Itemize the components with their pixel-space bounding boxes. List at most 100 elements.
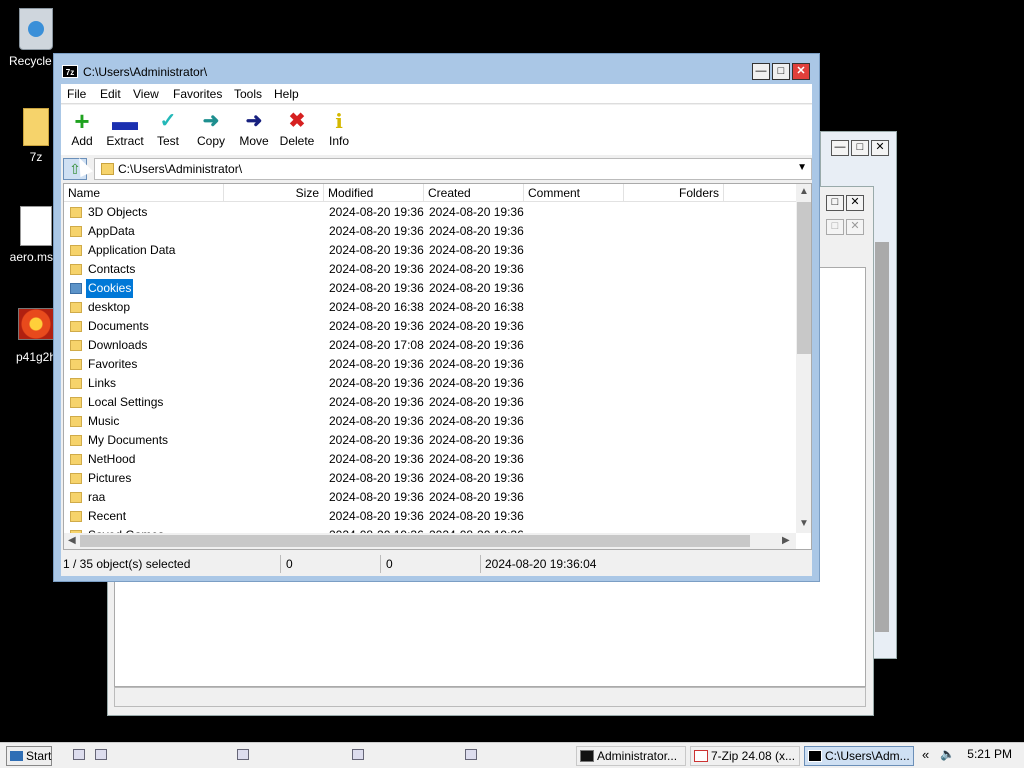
close-button[interactable]: ✕: [846, 219, 864, 235]
file-name: Application Data: [88, 243, 176, 257]
folder-icon: [70, 302, 82, 313]
table-row[interactable]: desktop 2024-08-20 16:38 2024-08-20 16:38: [64, 298, 796, 317]
column-name[interactable]: Name: [64, 184, 224, 202]
move-label: Move: [239, 134, 269, 148]
minimize-button[interactable]: —: [752, 63, 770, 80]
quick-launch-icon[interactable]: [352, 749, 364, 760]
file-name: My Documents: [88, 433, 169, 447]
file-modified: 2024-08-20 19:36: [329, 414, 424, 428]
copy-button[interactable]: ➜ Copy: [189, 109, 233, 148]
status-bar: 1 / 35 object(s) selected 0 0 2024-08-20…: [61, 553, 812, 575]
table-row[interactable]: Application Data 2024-08-20 19:36 2024-08-…: [64, 241, 796, 260]
quick-launch-icon[interactable]: [237, 749, 249, 760]
clock[interactable]: 5:21 PM: [967, 747, 1012, 761]
extract-label: Extract: [106, 134, 144, 148]
file-list[interactable]: Name Size Modified Created Comment Folde…: [63, 183, 812, 550]
start-button[interactable]: Start: [6, 746, 52, 766]
taskbar: Start Administrator... 7-Zip 24.08 (x...…: [0, 742, 1024, 768]
table-row[interactable]: Local Settings 2024-08-20 19:36 2024-08-20…: [64, 393, 796, 412]
task-7z-file-manager[interactable]: C:\Users\Adm...: [804, 746, 914, 766]
quick-launch-icon[interactable]: [95, 749, 107, 760]
maximize-button[interactable]: □: [826, 195, 844, 211]
tray-chevron-icon[interactable]: «: [922, 747, 929, 762]
column-comment[interactable]: Comment: [524, 184, 624, 202]
scroll-left-icon[interactable]: ◀: [68, 535, 76, 546]
quick-launch-icon[interactable]: [465, 749, 477, 760]
close-button[interactable]: ✕: [792, 63, 810, 80]
chevron-down-icon[interactable]: ▼: [797, 162, 807, 173]
file-name: Recent: [88, 509, 127, 523]
close-button[interactable]: ✕: [846, 195, 864, 211]
file-modified: 2024-08-20 19:36: [329, 433, 424, 447]
vertical-scroll-thumb[interactable]: [797, 202, 811, 354]
table-row[interactable]: Favorites 2024-08-20 19:36 2024-08-20 19:3…: [64, 355, 796, 374]
title-bar[interactable]: 7z C:\Users\Administrator\ — □ ✕: [54, 54, 819, 84]
window-title: C:\Users\Administrator\: [83, 65, 208, 79]
7zip-app-icon: 7z: [62, 65, 78, 78]
file-modified: 2024-08-20 19:36: [329, 452, 424, 466]
menu-file[interactable]: File: [67, 87, 86, 101]
scroll-down-icon[interactable]: ▼: [799, 518, 809, 529]
vertical-scrollbar[interactable]: ▲ ▼: [796, 184, 811, 533]
task-label: C:\Users\Adm...: [825, 749, 910, 763]
table-row[interactable]: AppData 2024-08-20 19:36 2024-08-20 19:36: [64, 222, 796, 241]
menu-view[interactable]: View: [133, 87, 159, 101]
move-button[interactable]: ➜ Move: [232, 109, 276, 148]
delete-button[interactable]: ✖ Delete: [275, 109, 319, 148]
show-desktop-icon[interactable]: [73, 749, 85, 760]
column-modified[interactable]: Modified: [324, 184, 424, 202]
column-size[interactable]: Size: [224, 184, 324, 202]
file-modified: 2024-08-20 19:36: [329, 471, 424, 485]
plus-icon: +: [74, 106, 90, 136]
cmd-icon: [580, 750, 594, 762]
menu-help[interactable]: Help: [274, 87, 299, 101]
menu-edit[interactable]: Edit: [100, 87, 121, 101]
table-row[interactable]: My Documents 2024-08-20 19:36 2024-08-20 1…: [64, 431, 796, 450]
scroll-right-icon[interactable]: ▶: [782, 535, 790, 546]
maximize-button[interactable]: □: [772, 63, 790, 80]
table-row[interactable]: Music 2024-08-20 19:36 2024-08-20 19:36: [64, 412, 796, 431]
column-created[interactable]: Created: [424, 184, 524, 202]
table-row[interactable]: Recent 2024-08-20 19:36 2024-08-20 19:36: [64, 507, 796, 526]
test-button[interactable]: ✓ Test: [146, 109, 190, 148]
folder-icon: [70, 473, 82, 484]
file-created: 2024-08-20 19:36: [429, 224, 524, 238]
file-modified: 2024-08-20 19:36: [329, 224, 424, 238]
extract-button[interactable]: ▬ Extract: [103, 106, 147, 148]
restore-button[interactable]: □: [826, 219, 844, 235]
horizontal-scroll-thumb[interactable]: [80, 535, 750, 547]
table-row[interactable]: raa 2024-08-20 19:36 2024-08-20 19:36: [64, 488, 796, 507]
maximize-button[interactable]: □: [851, 140, 869, 156]
column-headers: Name Size Modified Created Comment Folde…: [64, 184, 796, 202]
add-button[interactable]: + Add: [60, 106, 104, 148]
table-row[interactable]: Downloads 2024-08-20 17:08 2024-08-20 19:3…: [64, 336, 796, 355]
file-created: 2024-08-20 19:36: [429, 357, 524, 371]
address-field[interactable]: C:\Users\Administrator\ ▼: [94, 158, 812, 180]
start-label: Start: [26, 749, 52, 763]
table-row[interactable]: Cookies 2024-08-20 19:36 2024-08-20 19:36: [64, 278, 796, 299]
7zip-icon: [694, 750, 708, 762]
task-administrator[interactable]: Administrator...: [576, 746, 686, 766]
file-name: Pictures: [88, 471, 132, 485]
file-manager-window[interactable]: 7z C:\Users\Administrator\ — □ ✕ File Ed…: [53, 53, 820, 582]
folder-icon: [70, 321, 82, 332]
file-modified: 2024-08-20 19:36: [329, 262, 424, 276]
table-row[interactable]: Contacts 2024-08-20 19:36 2024-08-20 19:36: [64, 260, 796, 279]
volume-icon[interactable]: 🔈: [940, 747, 955, 761]
close-button[interactable]: ✕: [871, 140, 889, 156]
table-row[interactable]: 3D Objects 2024-08-20 19:36 2024-08-20 19:…: [64, 203, 796, 222]
menu-favorites[interactable]: Favorites: [173, 87, 222, 101]
minus-icon: ▬: [112, 106, 138, 136]
file-created: 2024-08-20 19:36: [429, 452, 524, 466]
scroll-up-icon[interactable]: ▲: [799, 186, 809, 197]
table-row[interactable]: Documents 2024-08-20 19:36 2024-08-20 19:3…: [64, 317, 796, 336]
horizontal-scrollbar[interactable]: ◀ ▶: [64, 533, 796, 549]
menu-tools[interactable]: Tools: [234, 87, 262, 101]
task-7zip-installer[interactable]: 7-Zip 24.08 (x...: [690, 746, 800, 766]
table-row[interactable]: Pictures 2024-08-20 19:36 2024-08-20 19:36: [64, 469, 796, 488]
info-button[interactable]: i Info: [317, 109, 361, 148]
minimize-button[interactable]: —: [831, 140, 849, 156]
table-row[interactable]: NetHood 2024-08-20 19:36 2024-08-20 19:36: [64, 450, 796, 469]
column-folders[interactable]: Folders: [624, 184, 724, 202]
table-row[interactable]: Links 2024-08-20 19:36 2024-08-20 19:36: [64, 374, 796, 393]
